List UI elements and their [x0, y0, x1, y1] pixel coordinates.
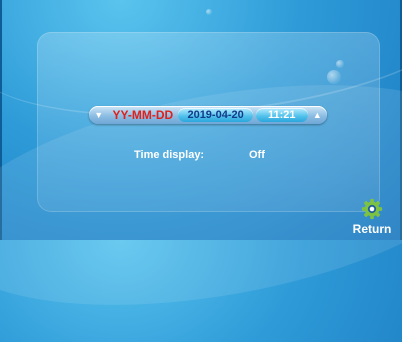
arrow-up-button[interactable]: ▲ [311, 108, 324, 122]
time-display-value[interactable]: Off [249, 149, 265, 161]
arrow-down-icon: ▼ [94, 110, 104, 120]
gear-icon [361, 198, 383, 220]
arrow-down-button[interactable]: ▼ [92, 108, 105, 122]
time-field[interactable]: 11:21 [255, 108, 308, 122]
arrow-up-icon: ▲ [312, 110, 322, 120]
date-time-bar: ▼ YY-MM-DD 2019-04-20 11:21 ▲ [89, 106, 327, 124]
date-format-field[interactable]: YY-MM-DD [108, 108, 177, 122]
return-label: Return [352, 222, 392, 236]
time-display-label: Time display: [134, 149, 205, 161]
return-button[interactable]: Return [350, 198, 394, 236]
decorative-bubble [206, 9, 212, 15]
date-field[interactable]: 2019-04-20 [178, 108, 253, 122]
